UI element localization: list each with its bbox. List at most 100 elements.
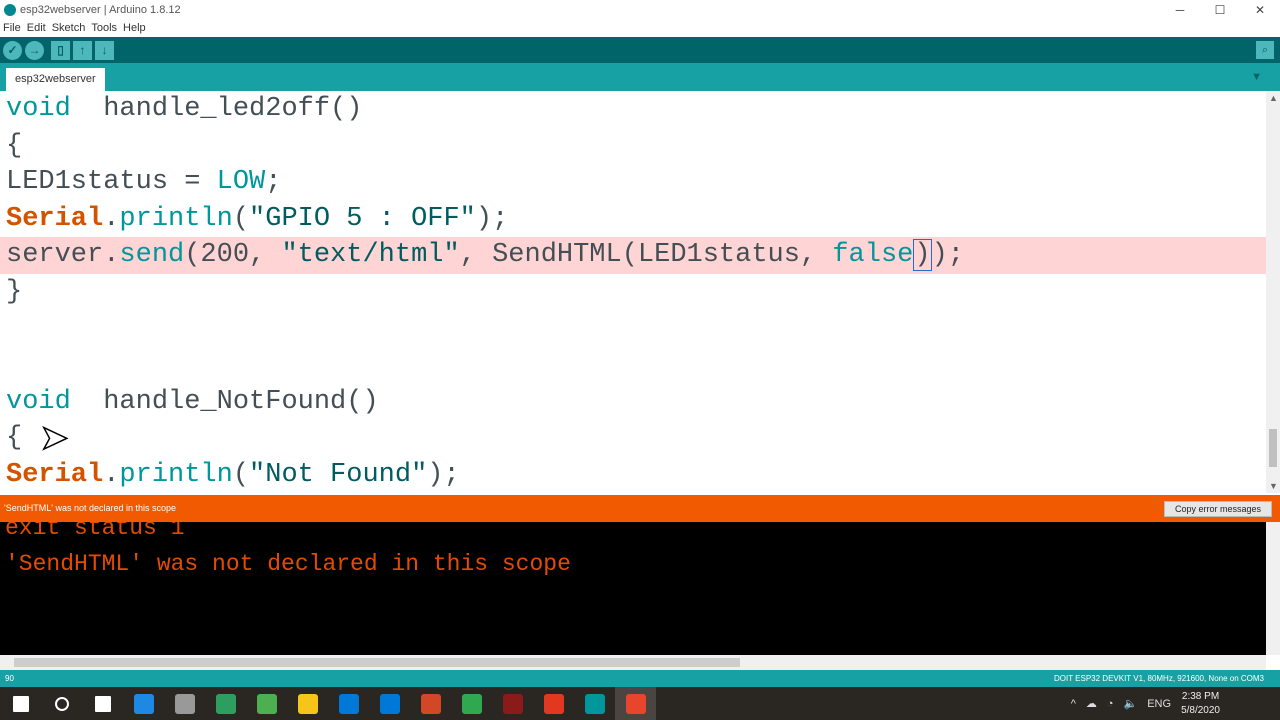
taskbar-camtasia[interactable]: [451, 687, 492, 720]
status-bar: 90 DOIT ESP32 DEVKIT V1, 80MHz, 921600, …: [0, 670, 1280, 687]
taskbar-windows-start[interactable]: [0, 687, 41, 720]
taskbar-foxit[interactable]: [533, 687, 574, 720]
clock-date: 5/8/2020: [1181, 704, 1220, 716]
code-token: );: [427, 459, 460, 490]
taskbar-mail[interactable]: [369, 687, 410, 720]
serial-monitor-button[interactable]: ⌕: [1256, 41, 1274, 59]
code-line[interactable]: [0, 311, 1266, 348]
copy-error-messages-button[interactable]: Copy error messages: [1163, 501, 1272, 517]
menu-help[interactable]: Help: [123, 22, 146, 34]
code-token: void: [6, 386, 71, 417]
task-view-icon: [94, 695, 111, 712]
maximize-button[interactable]: ☐: [1200, 0, 1240, 20]
code-editor[interactable]: void handle_led2off(){LED1status = LOW; S…: [0, 91, 1266, 493]
upload-button[interactable]: →: [25, 40, 44, 60]
scroll-thumb[interactable]: [1269, 429, 1277, 467]
code-line[interactable]: Serial.println("Not Found");: [0, 457, 1266, 493]
code-line[interactable]: {: [0, 420, 1266, 457]
menu-file[interactable]: File: [3, 22, 21, 34]
tab-menu-icon[interactable]: ▼: [1251, 71, 1262, 83]
file-explorer-icon: [297, 693, 318, 714]
code-line[interactable]: void handle_NotFound(): [0, 384, 1266, 421]
cortana-icon: [54, 696, 69, 711]
menu-edit[interactable]: Edit: [27, 22, 46, 34]
taskbar-file-explorer[interactable]: [287, 687, 328, 720]
minimize-button[interactable]: ─: [1160, 0, 1200, 20]
scroll-down-icon[interactable]: ▼: [1269, 481, 1278, 491]
code-token: LOW: [216, 167, 266, 198]
edge-icon: [133, 693, 154, 714]
code-token: , SendHTML(LED1status,: [459, 240, 833, 271]
code-token: LED1status =: [6, 167, 217, 198]
volume-icon[interactable]: 🔈: [1124, 697, 1138, 710]
winrar-icon: [502, 693, 523, 714]
new-button[interactable]: ▯: [51, 40, 70, 60]
taskbar-task-view[interactable]: [82, 687, 123, 720]
menu-tools[interactable]: Tools: [91, 22, 117, 34]
console-output: exit status 1 'SendHTML' was not declare…: [0, 522, 1266, 655]
taskbar-chrome[interactable]: [246, 687, 287, 720]
code-token: .: [103, 459, 120, 490]
menu-bar: File Edit Sketch Tools Help: [0, 20, 146, 36]
code-token: (: [232, 203, 250, 234]
code-line[interactable]: {: [0, 128, 1266, 165]
taskbar-arduino[interactable]: [574, 687, 615, 720]
code-line-highlighted[interactable]: server.send(200, "text/html", SendHTML(L…: [0, 237, 1266, 274]
title-bar: esp32webserver | Arduino 1.8.12 ─ ☐ ✕: [0, 0, 1280, 20]
code-token: ;: [265, 167, 282, 198]
console-scrollbar[interactable]: [1266, 522, 1280, 655]
code-token: Serial: [6, 203, 104, 234]
taskbar-edge[interactable]: [123, 687, 164, 720]
code-token: {: [6, 130, 23, 161]
clock[interactable]: 2:38 PM 5/8/2020: [1181, 690, 1220, 718]
edge-beta-icon: [215, 693, 236, 714]
chrome-icon: [256, 693, 277, 714]
code-token: Serial: [6, 459, 104, 490]
network-icon[interactable]: ◔: [1107, 698, 1114, 710]
onedrive-icon[interactable]: ☁: [1086, 697, 1097, 710]
menu-sketch[interactable]: Sketch: [52, 22, 86, 34]
code-line[interactable]: void handle_led2off(): [0, 91, 1266, 128]
taskbar-store[interactable]: [328, 687, 369, 720]
code-token: handle_led2off(): [70, 94, 363, 124]
taskbar-powerpoint[interactable]: [410, 687, 451, 720]
code-line[interactable]: Serial.println("GPIO 5 : OFF");: [0, 201, 1266, 238]
horizontal-scrollbar[interactable]: [0, 655, 1266, 670]
scroll-thumb[interactable]: [14, 658, 740, 667]
arduino-icon: [584, 693, 605, 714]
clock-time: 2:38 PM: [1181, 690, 1220, 702]
tab-bar: esp32webserver ▼: [0, 63, 1280, 91]
code-token: }: [6, 276, 23, 307]
tab-esp32webserver[interactable]: esp32webserver: [6, 68, 105, 91]
code-line[interactable]: [0, 347, 1266, 384]
code-token: send: [119, 240, 185, 271]
code-token: println: [119, 203, 233, 234]
code-token: false: [832, 240, 914, 271]
taskbar-cortana[interactable]: [41, 687, 82, 720]
code-token: .: [103, 203, 120, 234]
powerpoint-icon: [420, 693, 441, 714]
taskbar: ^ ☁ ◔ 🔈 ENG 2:38 PM 5/8/2020: [0, 687, 1280, 720]
taskbar-winrar[interactable]: [492, 687, 533, 720]
code-token: (: [232, 459, 250, 490]
windows-start-icon: [12, 695, 29, 712]
verify-button[interactable]: ✓: [3, 40, 22, 60]
code-token: (200,: [184, 240, 282, 271]
open-button[interactable]: ↑: [73, 40, 92, 60]
error-bar: 'SendHTML' was not declared in this scop…: [0, 495, 1280, 522]
close-button[interactable]: ✕: [1240, 0, 1280, 20]
taskbar-app[interactable]: [164, 687, 205, 720]
console-line: 'SendHTML' was not declared in this scop…: [5, 551, 571, 577]
camtasia-icon: [461, 693, 482, 714]
window-title: esp32webserver | Arduino 1.8.12: [20, 4, 181, 16]
save-button[interactable]: ↓: [95, 40, 114, 60]
tray-chevron-icon[interactable]: ^: [1071, 698, 1076, 710]
code-token: );: [475, 203, 509, 234]
code-line[interactable]: LED1status = LOW;: [0, 164, 1266, 201]
scroll-up-icon[interactable]: ▲: [1269, 93, 1278, 103]
taskbar-camtasia-recorder[interactable]: [615, 687, 656, 720]
code-line[interactable]: }: [0, 274, 1266, 311]
language-indicator[interactable]: ENG: [1147, 698, 1171, 710]
editor-vertical-scrollbar[interactable]: ▲ ▼: [1266, 91, 1280, 493]
taskbar-edge-beta[interactable]: [205, 687, 246, 720]
